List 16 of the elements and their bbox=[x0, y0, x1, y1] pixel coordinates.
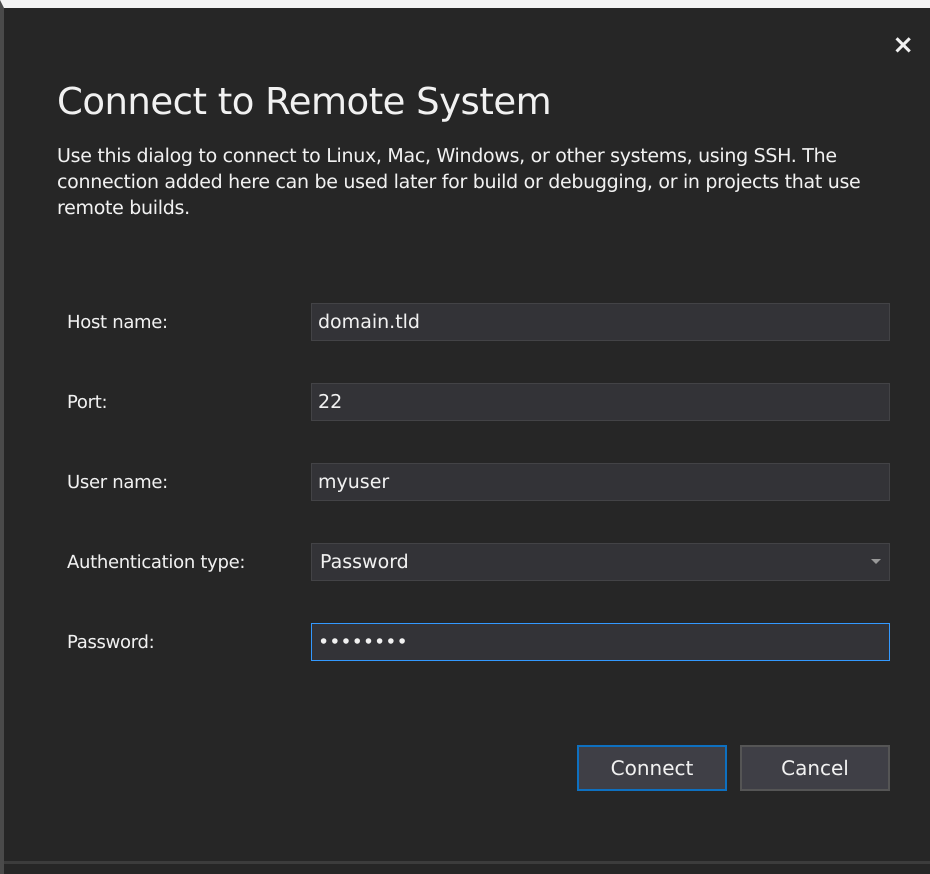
dialog-description: Use this dialog to connect to Linux, Mac, Windows, or other systems, using SSH. The connection added here can be used later for build or debugging, or in projects that use remote builds. bbox=[57, 144, 862, 221]
dialog-title: Connect to Remote System bbox=[57, 80, 552, 123]
field-label: Port: bbox=[67, 392, 108, 412]
field-label: Password: bbox=[67, 632, 156, 652]
field-label: Authentication type: bbox=[67, 552, 246, 572]
caret-icon bbox=[871, 559, 881, 565]
close-button[interactable]: × bbox=[888, 32, 918, 58]
input-field[interactable]: myuser bbox=[311, 463, 890, 501]
input-field[interactable]: 22 bbox=[311, 383, 890, 421]
input-field[interactable]: domain.tld bbox=[311, 303, 890, 341]
password-field[interactable]: •••••••• bbox=[311, 623, 890, 661]
dropdown[interactable]: Password bbox=[311, 543, 890, 581]
connect-button[interactable]: Connect bbox=[577, 745, 727, 791]
field-label: User name: bbox=[67, 472, 169, 492]
cancel-button[interactable]: Cancel bbox=[740, 745, 890, 791]
field-label: Host name: bbox=[67, 312, 169, 332]
